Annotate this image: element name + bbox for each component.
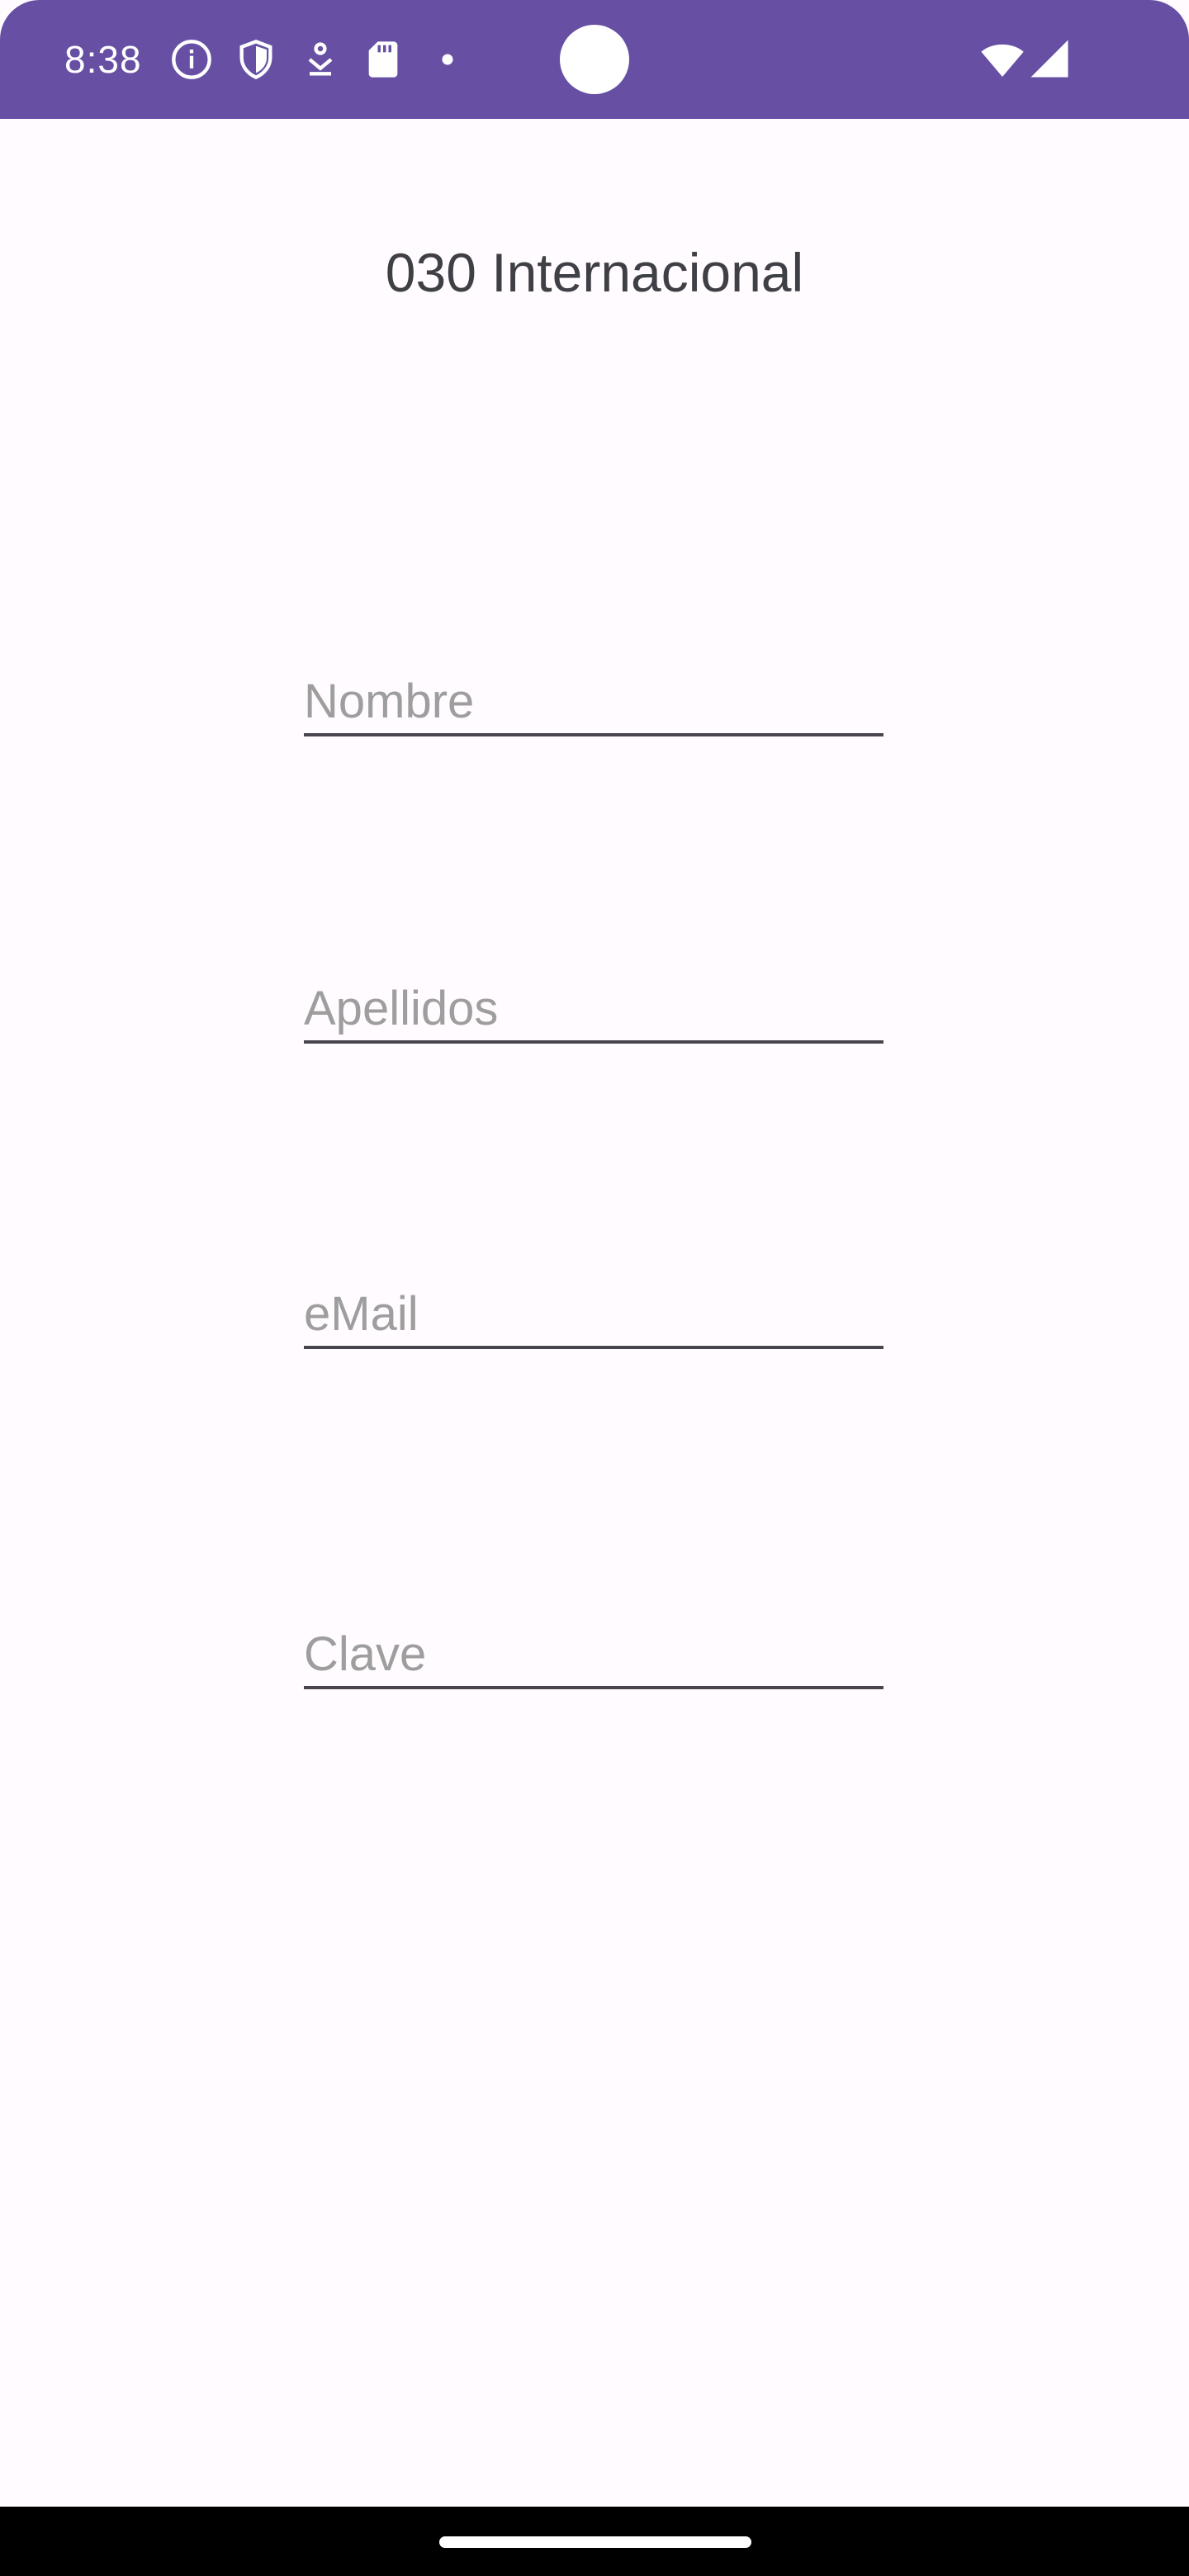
- nombre-underline: [304, 733, 883, 736]
- sd-card-icon: [362, 38, 405, 81]
- email-input[interactable]: [304, 1285, 883, 1344]
- info-icon: [170, 38, 213, 81]
- nombre-input[interactable]: [304, 672, 883, 732]
- apellidos-field[interactable]: [304, 961, 883, 1044]
- clave-input[interactable]: [304, 1625, 883, 1684]
- email-underline: [304, 1346, 883, 1349]
- cell-signal-icon: [1027, 36, 1072, 81]
- dot-icon: [426, 38, 469, 81]
- email-field[interactable]: [304, 1267, 883, 1349]
- navigation-bar: [0, 2507, 1189, 2576]
- status-time: 8:38: [64, 38, 142, 81]
- status-bar: 8:38: [0, 0, 1189, 119]
- apellidos-underline: [304, 1040, 883, 1044]
- shield-icon: [234, 38, 277, 81]
- clave-field[interactable]: [304, 1607, 883, 1689]
- camera-cutout: [560, 25, 629, 94]
- clave-underline: [304, 1686, 883, 1689]
- wifi-icon: [979, 36, 1026, 83]
- home-gesture-handle[interactable]: [439, 2536, 751, 2548]
- download-icon: [299, 38, 342, 81]
- app-screen: 8:38 030 Internacional: [0, 0, 1189, 2576]
- nombre-field[interactable]: [304, 654, 883, 736]
- apellidos-input[interactable]: [304, 979, 883, 1039]
- app-title: 030 Internacional: [385, 242, 804, 303]
